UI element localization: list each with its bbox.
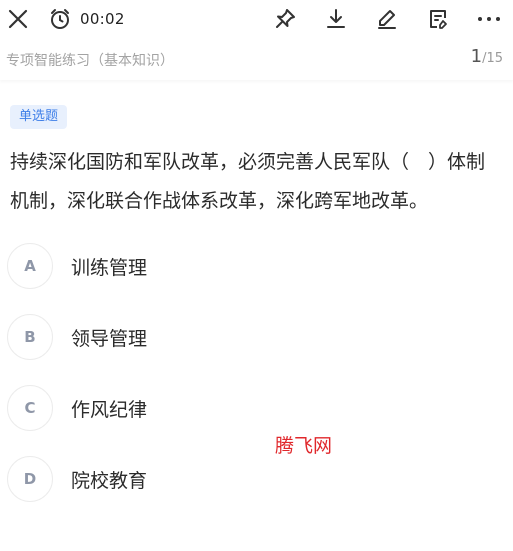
option-a[interactable]: A 训练管理 xyxy=(7,243,307,289)
option-text: 作风纪律 xyxy=(71,398,148,421)
edit-icon[interactable] xyxy=(373,5,401,33)
option-text: 院校教育 xyxy=(71,469,148,492)
top-toolbar: 00:02 xyxy=(0,0,513,40)
option-c[interactable]: C 作风纪律 xyxy=(7,385,307,431)
alarm-clock-icon xyxy=(46,5,74,33)
option-letter: C xyxy=(7,385,53,431)
option-letter: D xyxy=(7,456,53,502)
question-stem: 持续深化国防和军队改革，必须完善人民军队（ ）体制机制，深化联合作战体系改革，深… xyxy=(10,151,486,212)
pin-icon[interactable] xyxy=(271,5,299,33)
elapsed-timer: 00:02 xyxy=(80,10,125,28)
watermark: 腾飞网 xyxy=(275,435,333,457)
option-d[interactable]: D 院校教育 xyxy=(7,456,307,502)
section-title: 专项智能练习（基本知识） xyxy=(6,53,174,69)
option-text: 训练管理 xyxy=(71,256,148,279)
note-icon[interactable] xyxy=(424,5,452,33)
question-progress: 1/15 xyxy=(471,46,503,67)
option-letter: B xyxy=(7,314,53,360)
option-letter: A xyxy=(7,243,53,289)
download-icon[interactable] xyxy=(322,5,350,33)
option-text: 领导管理 xyxy=(71,327,148,350)
current-question-number: 1 xyxy=(470,46,483,67)
more-icon[interactable] xyxy=(475,5,503,33)
close-icon[interactable] xyxy=(4,5,32,33)
total-question-count: 15 xyxy=(486,51,503,66)
question-type-badge: 单选题 xyxy=(10,105,68,129)
option-b[interactable]: B 领导管理 xyxy=(7,314,307,360)
